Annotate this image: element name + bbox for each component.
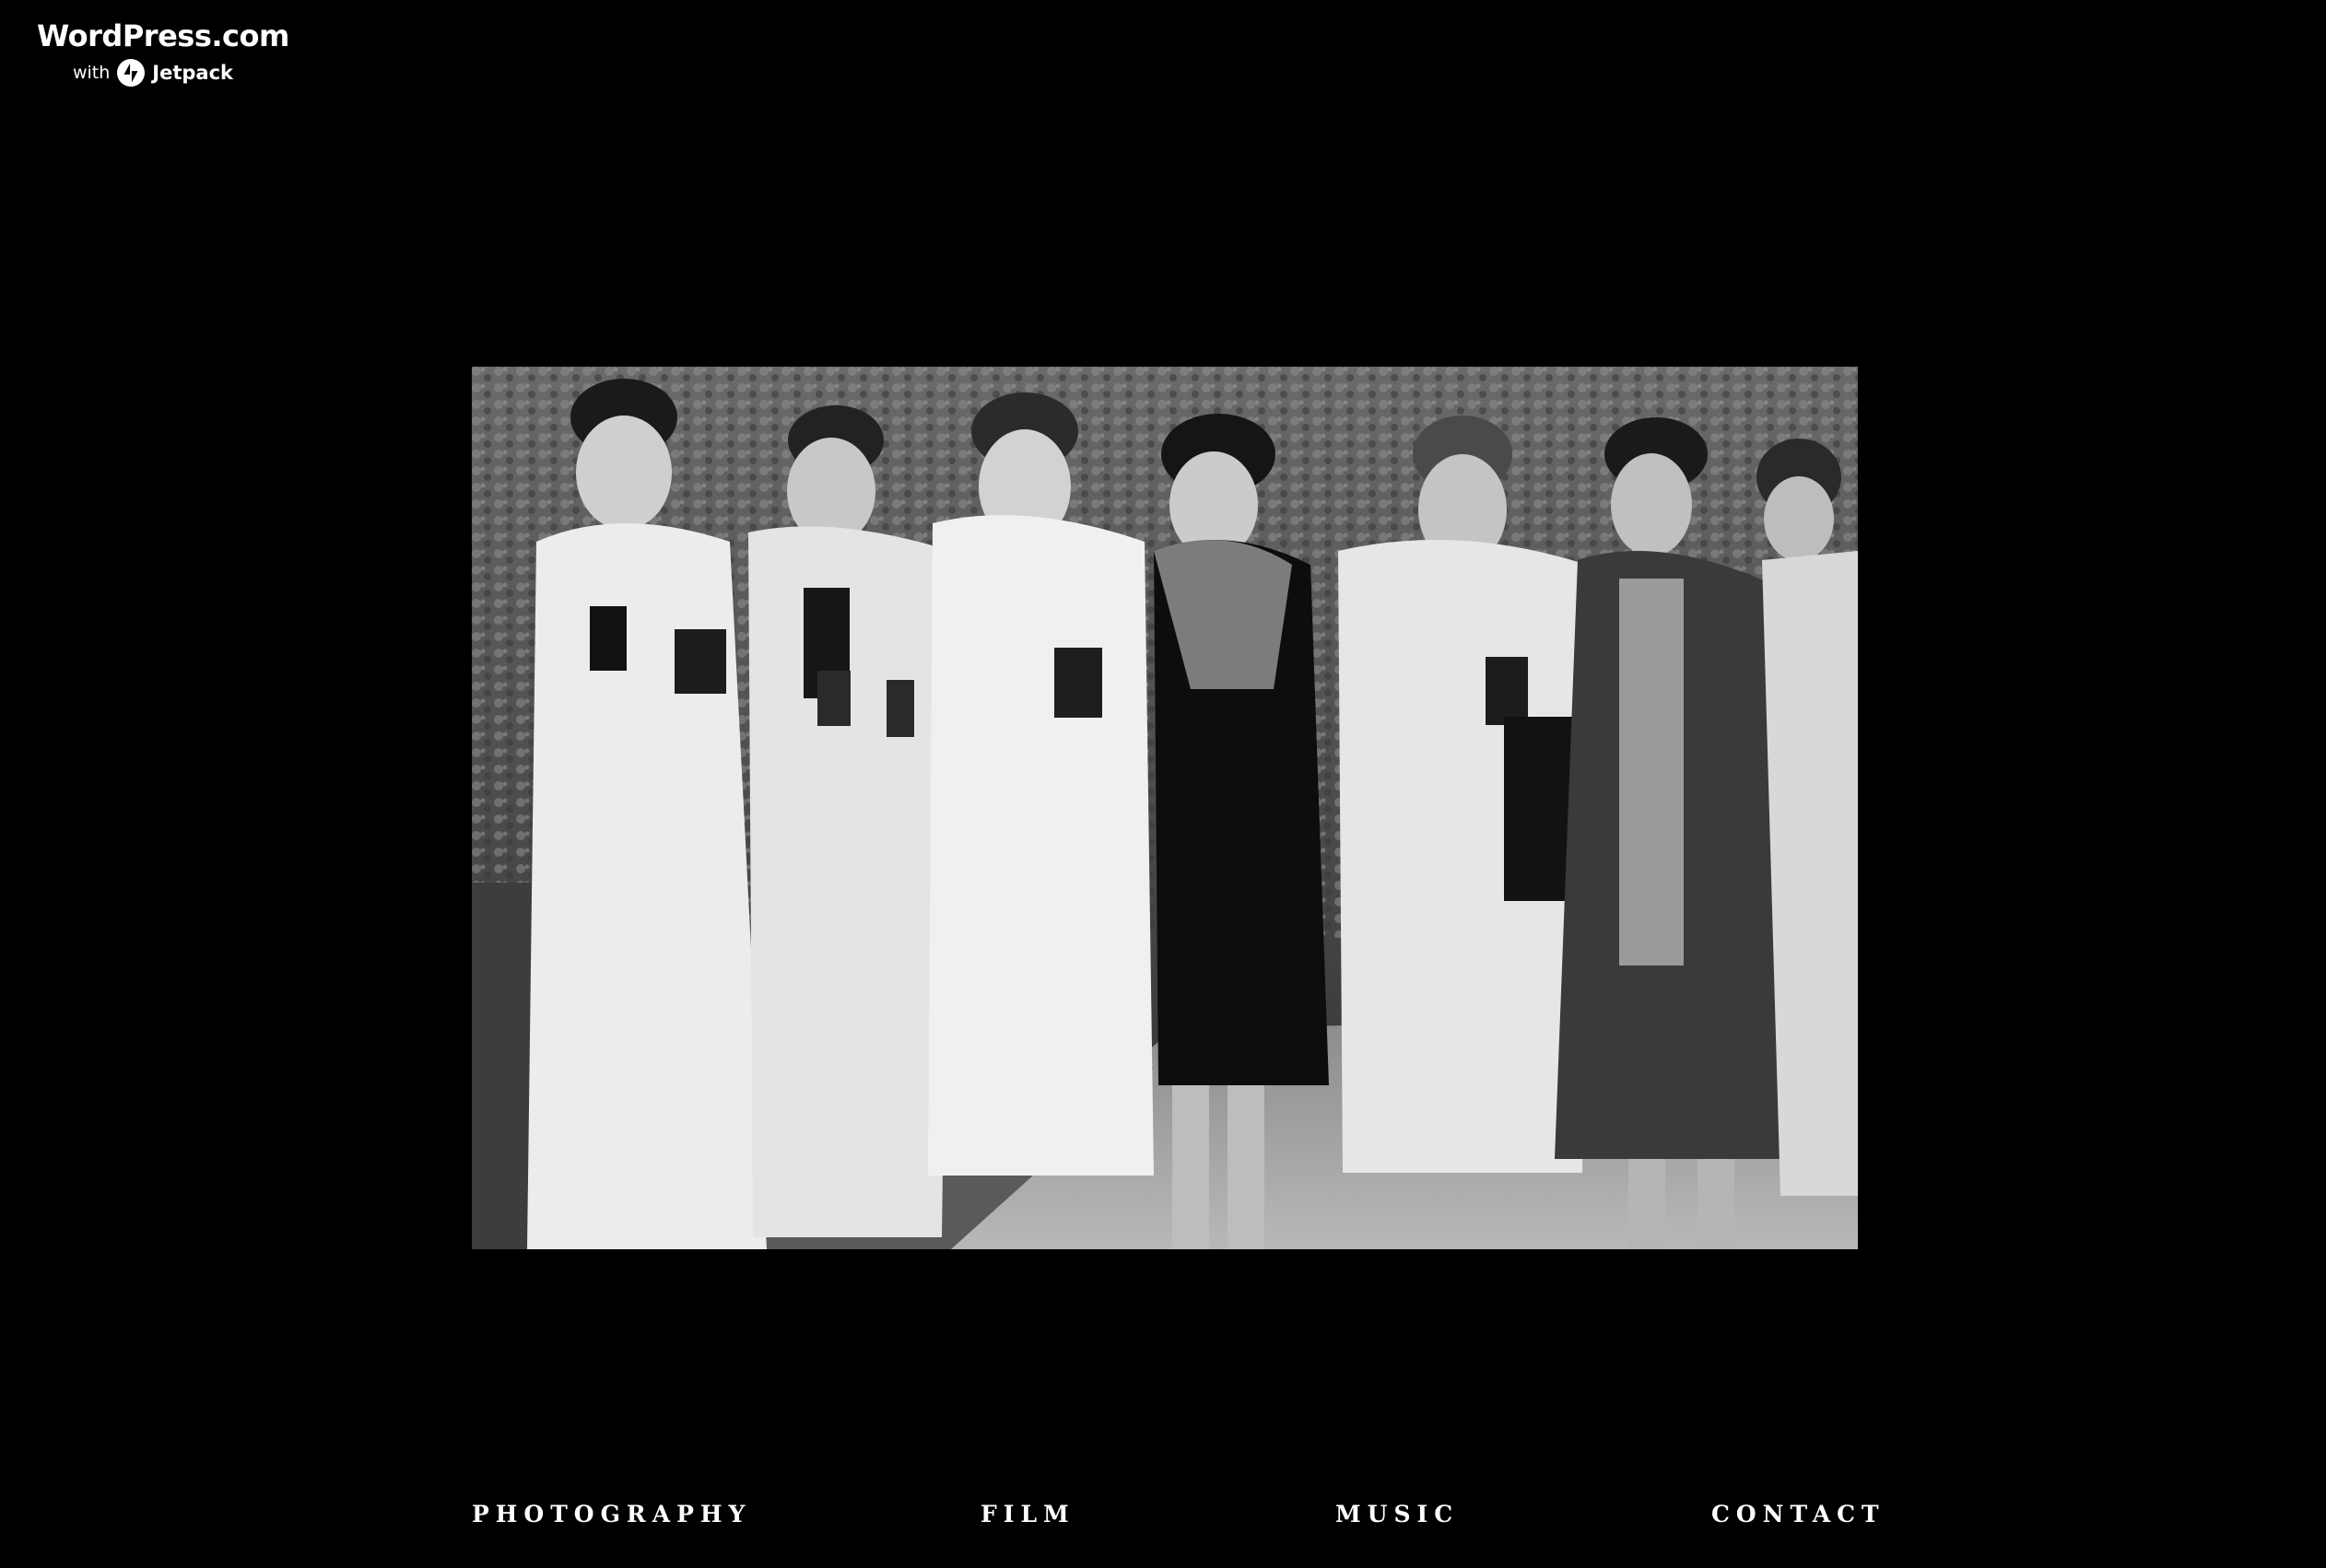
jetpack-bolt-icon <box>117 59 146 87</box>
photograph-image <box>472 367 1858 1249</box>
brand-jetpack-label: Jetpack <box>152 62 234 84</box>
brand-name: WordPress.com <box>37 18 289 53</box>
wordpress-jetpack-logo[interactable]: WordPress.com with Jetpack <box>37 18 289 87</box>
featured-photograph[interactable] <box>472 367 1858 1249</box>
nav-link-contact[interactable]: CONTACT <box>1711 1496 1885 1533</box>
footer-navigation: PHOTOGRAPHY FILM MUSIC CONTACT <box>472 1496 1879 1533</box>
nav-link-music[interactable]: MUSIC <box>1335 1496 1459 1533</box>
nav-link-film[interactable]: FILM <box>981 1496 1075 1533</box>
nav-link-photography[interactable]: PHOTOGRAPHY <box>472 1496 751 1533</box>
brand-subline: with Jetpack <box>37 59 269 87</box>
brand-with-label: with <box>72 63 111 83</box>
